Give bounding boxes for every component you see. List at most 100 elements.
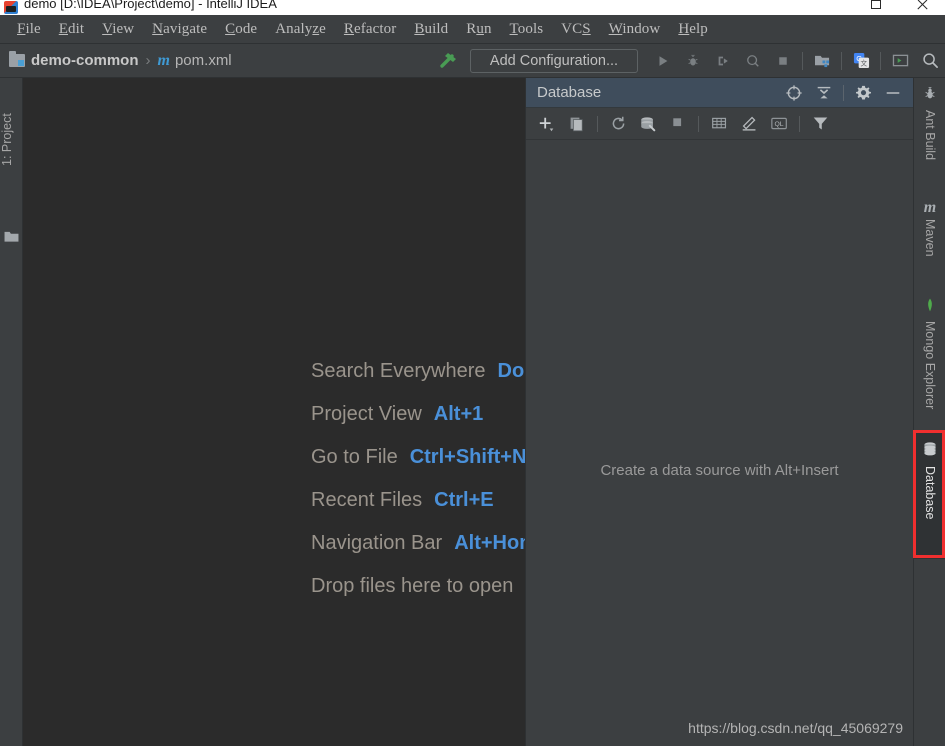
maximize-icon <box>871 0 881 9</box>
database-empty-message: Create a data source with Alt+Insert <box>526 462 913 479</box>
modify-icon[interactable] <box>734 111 764 137</box>
menu-item-view[interactable]: View <box>93 18 143 41</box>
menu-item-tools[interactable]: Tools <box>501 18 553 41</box>
run-icon[interactable] <box>648 47 678 75</box>
toolbar-divider-3 <box>880 52 881 70</box>
sidebar-item-ant-build-label: Ant Build <box>923 110 937 160</box>
hint-label-navigation-bar: Navigation Bar <box>311 532 442 555</box>
sidebar-item-maven[interactable]: m Maven <box>914 196 945 257</box>
query-console-icon[interactable]: QL <box>764 111 794 137</box>
menu-item-build[interactable]: Build <box>405 18 457 41</box>
hint-row: Project View Alt+1 <box>311 403 525 426</box>
terminal-icon[interactable] <box>885 47 915 75</box>
stop-icon[interactable] <box>663 111 693 137</box>
hint-key-recent-files: Ctrl+E <box>434 489 493 512</box>
hammer-icon[interactable] <box>436 50 462 72</box>
hint-label-recent-files: Recent Files <box>311 489 422 512</box>
intellij-idea-window: demo [D:\IDEA\Project\demo] - IntelliJ I… <box>0 0 945 746</box>
database-icon <box>922 441 938 462</box>
folder-icon[interactable] <box>4 230 19 243</box>
db-tools-icon[interactable] <box>633 111 663 137</box>
sidebar-item-mongo-explorer-label: Mongo Explorer <box>923 321 937 409</box>
menu-item-vcs[interactable]: VCS <box>552 18 600 41</box>
hint-row: Recent Files Ctrl+E <box>311 489 525 512</box>
close-icon <box>916 0 928 11</box>
left-tool-strip: 1: Project 7: Structure <box>0 78 23 746</box>
right-tool-strip: Ant Build m Maven Mongo Explorer <box>913 78 945 746</box>
intellij-idea-logo-icon <box>4 1 18 14</box>
maven-file-icon: m <box>158 52 170 70</box>
hint-row: Navigation Bar Alt+Home <box>311 532 525 555</box>
editor-shortcut-hints: Search Everywhere Double Shift Project V… <box>311 360 525 598</box>
menu-item-help[interactable]: Help <box>669 18 717 41</box>
breadcrumb-module[interactable]: demo-common <box>31 52 139 69</box>
database-toolbar-divider-2 <box>698 116 699 132</box>
data-editor-icon[interactable] <box>704 111 734 137</box>
hint-key-project-view: Alt+1 <box>434 403 483 426</box>
minimize-button[interactable] <box>807 0 853 15</box>
locate-icon[interactable] <box>779 79 809 107</box>
stop-icon[interactable] <box>768 47 798 75</box>
breadcrumb-file[interactable]: pom.xml <box>175 52 232 69</box>
menu-item-edit[interactable]: Edit <box>50 18 93 41</box>
database-panel-title: Database <box>537 84 601 101</box>
profile-icon[interactable] <box>738 47 768 75</box>
sidebar-item-structure[interactable]: 7: Structure <box>0 738 23 746</box>
database-toolbar-divider <box>597 116 598 132</box>
sidebar-item-project-label: 1: Project <box>0 113 14 166</box>
menu-item-run[interactable]: Run <box>457 18 500 41</box>
sidebar-item-project[interactable]: 1: Project <box>0 86 23 166</box>
run-with-coverage-icon[interactable] <box>708 47 738 75</box>
menu-item-file[interactable]: File <box>8 18 50 41</box>
svg-text:文: 文 <box>860 59 867 68</box>
hint-key-search-everywhere: Double Shift <box>498 360 525 383</box>
settings-gear-icon[interactable] <box>848 79 878 107</box>
translate-icon[interactable]: G 文 <box>846 47 876 75</box>
sidebar-item-database-label: Database <box>923 466 937 520</box>
menu-item-code[interactable]: Code <box>216 18 266 41</box>
menu-bar: File Edit View Navigate Code Analyze Ref… <box>0 15 945 44</box>
drop-files-hint: Drop files here to open <box>311 575 513 598</box>
window-titlebar: demo [D:\IDEA\Project\demo] - IntelliJ I… <box>0 0 945 15</box>
sidebar-item-ant-build[interactable]: Ant Build <box>914 82 945 160</box>
maximize-button[interactable] <box>853 0 899 15</box>
filter-icon[interactable] <box>805 111 835 137</box>
database-panel-body: Create a data source with Alt+Insert htt… <box>526 140 913 745</box>
project-structure-icon[interactable] <box>807 47 837 75</box>
menu-item-refactor[interactable]: Refactor <box>335 18 405 41</box>
database-header-actions <box>779 79 913 107</box>
ant-icon <box>923 87 937 106</box>
breadcrumb-separator: › <box>146 52 151 69</box>
refresh-icon[interactable] <box>603 111 633 137</box>
database-tool-window: Database <box>525 78 913 746</box>
toolbar-divider <box>802 52 803 70</box>
hint-key-go-to-file: Ctrl+Shift+N <box>410 446 525 469</box>
database-toolbar: QL <box>526 108 913 140</box>
database-panel-header: Database <box>526 78 913 108</box>
menu-item-analyze[interactable]: Analyze <box>266 18 335 41</box>
menu-item-window[interactable]: Window <box>600 18 670 41</box>
menu-item-navigate[interactable]: Navigate <box>143 18 216 41</box>
collapse-all-icon[interactable] <box>809 79 839 107</box>
hint-row: Search Everywhere Double Shift <box>311 360 525 383</box>
navigation-toolbar: demo-common › m pom.xml Add Configuratio… <box>0 44 945 78</box>
svg-text:QL: QL <box>774 121 783 128</box>
close-button[interactable] <box>899 0 945 15</box>
watermark-text: https://blog.csdn.net/qq_45069279 <box>688 720 903 736</box>
sidebar-item-database[interactable]: Database <box>914 431 945 559</box>
module-icon <box>9 54 25 67</box>
debug-icon[interactable] <box>678 47 708 75</box>
mongo-leaf-icon <box>924 298 936 317</box>
sidebar-item-maven-label: Maven <box>923 219 937 257</box>
add-configuration-button[interactable]: Add Configuration... <box>470 49 638 73</box>
hint-label-project-view: Project View <box>311 403 422 426</box>
hide-minimize-icon[interactable] <box>878 79 908 107</box>
sidebar-item-mongo-explorer[interactable]: Mongo Explorer <box>914 293 945 409</box>
maven-m-icon: m <box>924 201 936 215</box>
database-toolbar-divider-3 <box>799 116 800 132</box>
duplicate-icon[interactable] <box>562 111 592 137</box>
hint-row: Go to File Ctrl+Shift+N <box>311 446 525 469</box>
add-data-source-icon[interactable] <box>532 111 562 137</box>
hint-label-go-to-file: Go to File <box>311 446 398 469</box>
search-icon[interactable] <box>915 47 945 75</box>
